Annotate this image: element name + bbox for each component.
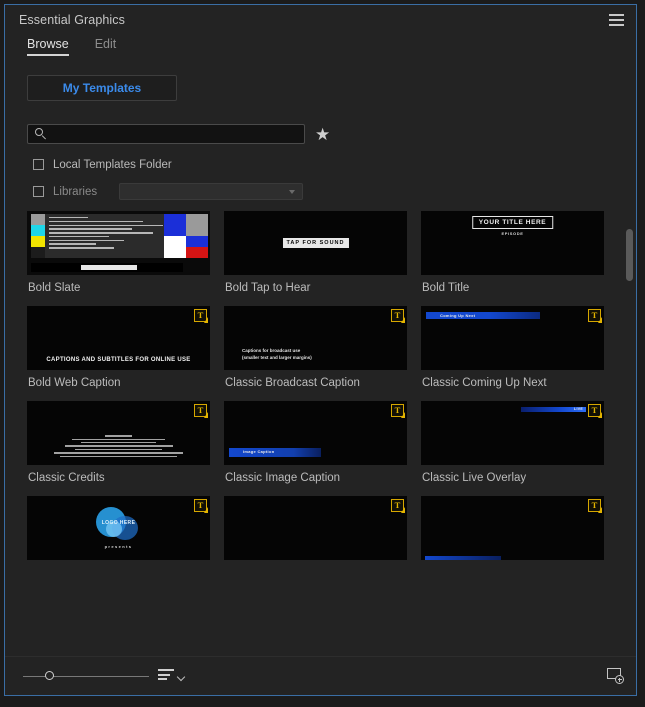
template-item[interactable]: T Coming Up Next Classic Coming Up Next	[421, 306, 604, 401]
grid-scrollbar-thumb[interactable]	[626, 229, 633, 281]
template-label: Classic Coming Up Next	[422, 377, 547, 389]
checkbox-libraries[interactable]	[33, 186, 44, 197]
mogrt-badge-icon: T	[588, 309, 602, 323]
panel-footer	[5, 656, 636, 695]
panel-tabs: Browse Edit	[5, 37, 636, 67]
mogrt-badge-icon: T	[588, 404, 602, 418]
template-label: Bold Tap to Hear	[225, 282, 311, 294]
zoom-slider-track	[23, 675, 149, 677]
template-label: Bold Web Caption	[28, 377, 121, 389]
template-label: Bold Title	[422, 282, 470, 294]
template-thumbnail-classic-coming-up-next[interactable]: T Coming Up Next	[421, 306, 604, 370]
filter-label-local-templates-folder: Local Templates Folder	[53, 158, 172, 171]
logo-artwork: LOGO HERE presents	[27, 496, 210, 560]
install-icon-plus	[615, 675, 624, 684]
install-template-icon[interactable]	[607, 668, 624, 684]
title-text: YOUR TITLE HERE	[471, 216, 554, 229]
template-thumbnail-logo-presents[interactable]: T LOGO HERE presents	[27, 496, 210, 560]
coming-up-next-bar: Coming Up Next	[426, 312, 540, 319]
slate-metadata-lines	[49, 217, 179, 255]
template-browser: Bold Slate TAP FOR SOUND Bold Tap to Hea…	[5, 211, 636, 656]
search-input[interactable]	[46, 127, 304, 141]
broadcast-caption-line1: Captions for broadcast use	[242, 348, 301, 354]
grid-scrollbar[interactable]	[625, 211, 634, 656]
zoom-slider-handle[interactable]	[45, 671, 54, 680]
presents-text: presents	[104, 544, 133, 549]
mogrt-badge-icon: T	[391, 499, 405, 513]
mogrt-badge-icon: T	[194, 309, 208, 323]
panel-titlebar: Essential Graphics	[5, 5, 636, 37]
template-label: Classic Broadcast Caption	[225, 377, 360, 389]
slate-bottom-strip	[31, 263, 183, 272]
broadcast-caption-line2: (smaller text and larger margins)	[242, 355, 312, 361]
tab-browse[interactable]: Browse	[27, 37, 69, 56]
mogrt-badge-icon: T	[391, 404, 405, 418]
page-title: Essential Graphics	[19, 13, 126, 27]
template-label: Bold Slate	[28, 282, 81, 294]
slate-color-bars	[31, 214, 45, 258]
template-thumbnail-bold-slate[interactable]	[27, 211, 210, 275]
template-thumbnail-classic-live-overlay[interactable]: T LIVE	[421, 401, 604, 465]
search-row: ★	[5, 117, 636, 151]
template-label: Classic Image Caption	[225, 472, 341, 484]
template-thumbnail-blank-a[interactable]: T	[224, 496, 407, 560]
slate-color-quadrant-lower	[164, 236, 208, 258]
template-item[interactable]: Bold Slate	[27, 211, 210, 306]
template-thumbnail-bold-title[interactable]: YOUR TITLE HERE EPISODE	[421, 211, 604, 275]
template-thumbnail-classic-image-caption[interactable]: T Image Caption	[224, 401, 407, 465]
mogrt-badge-icon: T	[391, 309, 405, 323]
template-item[interactable]: T Classic Credits	[27, 401, 210, 496]
template-grid: Bold Slate TAP FOR SOUND Bold Tap to Hea…	[27, 211, 626, 579]
filter-libraries: Libraries	[5, 178, 636, 205]
my-templates-button[interactable]: My Templates	[27, 75, 177, 101]
live-overlay-bar: LIVE	[521, 407, 586, 412]
template-label	[27, 560, 210, 579]
template-label	[421, 560, 604, 579]
credits-roll-artwork	[44, 435, 194, 459]
my-templates-row: My Templates	[5, 67, 636, 117]
image-caption-bar: Image Caption	[229, 448, 321, 457]
template-item[interactable]: YOUR TITLE HERE EPISODE Bold Title	[421, 211, 604, 306]
libraries-dropdown[interactable]	[119, 183, 304, 200]
thumbnail-zoom-slider[interactable]	[23, 671, 149, 680]
template-item[interactable]: T LOGO HERE presents	[27, 496, 210, 579]
filter-label-libraries: Libraries	[53, 185, 98, 198]
filter-local-templates-folder: Local Templates Folder	[5, 151, 636, 178]
partial-blue-bar	[425, 556, 501, 560]
broadcast-caption-text: Captions for broadcast use (smaller text…	[242, 348, 312, 362]
chevron-down-icon[interactable]	[178, 674, 185, 681]
template-thumbnail-bold-tap-to-hear[interactable]: TAP FOR SOUND	[224, 211, 407, 275]
logo-blobs: LOGO HERE	[92, 507, 146, 541]
search-icon	[34, 128, 46, 140]
template-thumbnail-blank-b[interactable]: T	[421, 496, 604, 560]
template-label	[224, 560, 407, 579]
template-item[interactable]: T LIVE Classic Live Overlay	[421, 401, 604, 496]
slate-artwork	[27, 211, 210, 275]
essential-graphics-panel: Essential Graphics Browse Edit My Templa…	[4, 4, 637, 696]
template-item[interactable]: T Image Caption Classic Image Caption	[224, 401, 407, 496]
hamburger-menu-icon[interactable]	[609, 14, 624, 27]
star-icon[interactable]: ★	[315, 126, 330, 143]
tap-for-sound-text: TAP FOR SOUND	[282, 238, 349, 248]
template-item[interactable]: TAP FOR SOUND Bold Tap to Hear	[224, 211, 407, 306]
template-label: Classic Credits	[28, 472, 105, 484]
sort-list-icon[interactable]	[158, 669, 174, 682]
checkbox-local-templates-folder[interactable]	[33, 159, 44, 170]
web-caption-text: CAPTIONS AND SUBTITLES FOR ONLINE USE	[46, 357, 191, 363]
title-artwork: YOUR TITLE HERE EPISODE	[471, 216, 554, 236]
mogrt-badge-icon: T	[588, 499, 602, 513]
template-thumbnail-classic-credits[interactable]: T	[27, 401, 210, 465]
template-item[interactable]: T CAPTIONS AND SUBTITLES FOR ONLINE USE …	[27, 306, 210, 401]
logo-text: LOGO HERE	[101, 520, 136, 526]
title-subtext: EPISODE	[501, 231, 524, 236]
template-thumbnail-classic-broadcast-caption[interactable]: T Captions for broadcast use (smaller te…	[224, 306, 407, 370]
template-item[interactable]: T	[224, 496, 407, 579]
tab-edit[interactable]: Edit	[95, 37, 117, 56]
template-thumbnail-bold-web-caption[interactable]: T CAPTIONS AND SUBTITLES FOR ONLINE USE	[27, 306, 210, 370]
template-item[interactable]: T Captions for broadcast use (smaller te…	[224, 306, 407, 401]
search-box[interactable]	[27, 124, 305, 144]
mogrt-badge-icon: T	[194, 404, 208, 418]
template-item[interactable]: T	[421, 496, 604, 579]
template-label: Classic Live Overlay	[422, 472, 527, 484]
